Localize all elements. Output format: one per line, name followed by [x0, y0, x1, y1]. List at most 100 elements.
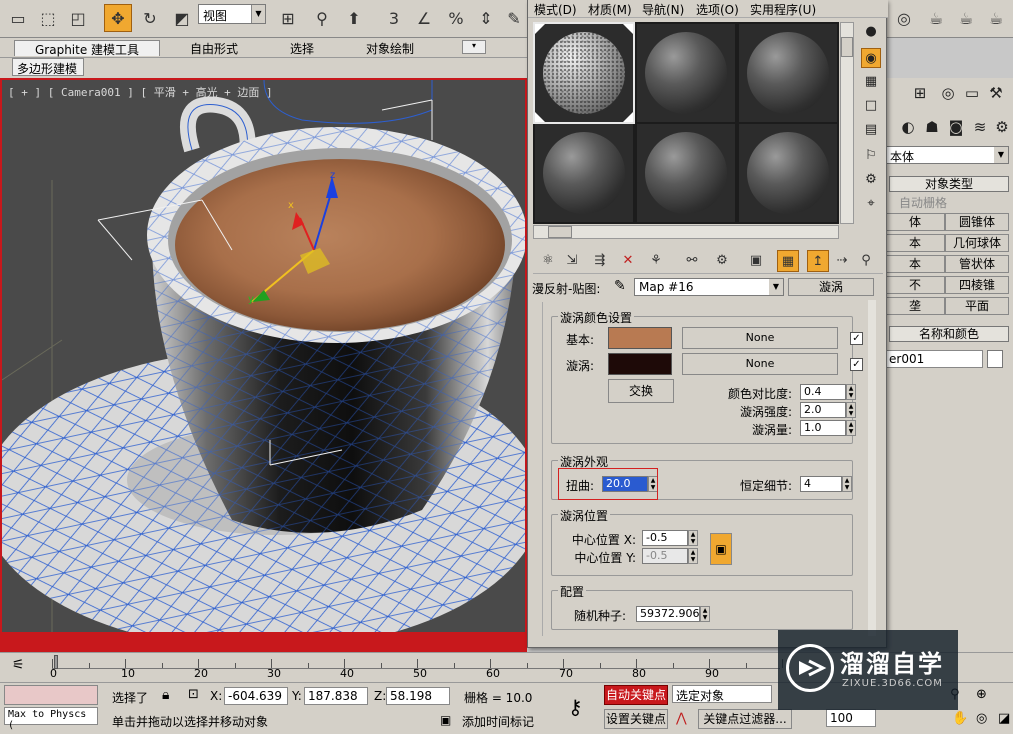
- key-filters-button[interactable]: 关键点过滤器...: [698, 709, 792, 729]
- amount-spinner[interactable]: 1.0: [800, 420, 846, 436]
- primitive-category-select[interactable]: 本体 ▼: [885, 146, 1009, 164]
- object-type-rollout[interactable]: 对象类型: [889, 176, 1009, 192]
- ribbon-options-button[interactable]: ▾: [462, 40, 486, 54]
- spinner-arrows-icon[interactable]: ▲ ▼: [688, 530, 698, 546]
- render-setup-icon[interactable]: ☕: [922, 4, 950, 32]
- center-x-spinner[interactable]: -0.5: [642, 530, 688, 546]
- spinner-arrows-icon[interactable]: ▲ ▼: [846, 420, 856, 436]
- auto-key-button[interactable]: 自动关键点: [604, 685, 668, 705]
- put-to-scene-icon[interactable]: ⇲: [561, 250, 583, 272]
- swirl-color-swatch[interactable]: [608, 353, 672, 375]
- object-color-swatch[interactable]: [987, 350, 1003, 368]
- keyboard-shortcut-icon[interactable]: ⬆: [340, 4, 368, 32]
- scale-icon[interactable]: ◩: [168, 4, 196, 32]
- pivot-icon[interactable]: ⊞: [274, 4, 302, 32]
- reset-map-icon[interactable]: ✕: [617, 250, 639, 272]
- zoom-all-icon[interactable]: ⊕: [976, 687, 987, 702]
- assign-material-icon[interactable]: ⇶: [589, 250, 611, 272]
- cameras-icon[interactable]: ◙: [945, 116, 967, 138]
- lock-icon[interactable]: ▣: [710, 533, 732, 565]
- absolute-mode-icon[interactable]: ⊡: [188, 687, 199, 702]
- maximize-viewport-icon[interactable]: ◪: [998, 711, 1010, 726]
- swap-button[interactable]: 交换: [608, 379, 674, 403]
- swirl-map-checkbox[interactable]: ✓: [850, 358, 863, 371]
- tab-polygon-modeling[interactable]: 多边形建模: [12, 58, 84, 76]
- sample-type-icon[interactable]: ●: [861, 22, 881, 42]
- region-select-icon[interactable]: ⬚: [34, 4, 62, 32]
- object-button[interactable]: 平面: [945, 297, 1009, 315]
- object-button[interactable]: 本: [885, 234, 945, 252]
- detail-spinner[interactable]: 4: [800, 476, 842, 492]
- tab-selection[interactable]: 选择: [290, 40, 314, 56]
- intensity-spinner[interactable]: 2.0: [800, 402, 846, 418]
- lock-selection-icon[interactable]: 🔒︎: [162, 687, 169, 703]
- shapes-icon[interactable]: ◐: [897, 116, 919, 138]
- contrast-spinner[interactable]: 0.4: [800, 384, 846, 400]
- base-map-checkbox[interactable]: ✓: [850, 332, 863, 345]
- maxscript-listener-field[interactable]: Max to Physcs (: [4, 707, 98, 731]
- uv-tiling-icon[interactable]: □: [861, 96, 881, 116]
- display-icon[interactable]: ▭: [961, 82, 983, 104]
- go-forward-sibling-icon[interactable]: ⇢: [831, 250, 853, 272]
- background-icon[interactable]: ▦: [861, 72, 881, 92]
- sample-slot-1[interactable]: [533, 22, 635, 124]
- add-time-tag[interactable]: 添加时间标记: [462, 713, 534, 730]
- object-button[interactable]: 圆锥体: [945, 213, 1009, 231]
- parameters-scrollbar[interactable]: [868, 300, 876, 636]
- navigation-icon[interactable]: ⚲: [855, 250, 877, 272]
- video-color-check-icon[interactable]: ▤: [861, 120, 881, 140]
- name-color-rollout[interactable]: 名称和颜色: [889, 326, 1009, 342]
- center-y-spinner[interactable]: -0.5: [642, 548, 688, 564]
- percent-snap-icon[interactable]: %: [442, 4, 470, 32]
- go-to-parent-icon[interactable]: ↥: [807, 250, 829, 272]
- viewport-label[interactable]: [ + ] [ Camera001 ] [ 平滑 + 高光 + 边面 ]: [8, 84, 273, 100]
- show-shaded-icon[interactable]: ▣: [745, 250, 767, 272]
- sample-slot-2[interactable]: [637, 24, 735, 122]
- time-tag-icon[interactable]: ▣: [440, 713, 451, 727]
- curve-editor-icon[interactable]: ⚟: [12, 657, 25, 673]
- spinner-snap-icon[interactable]: ⇕: [472, 4, 500, 32]
- key-icon[interactable]: ⚷: [568, 695, 583, 719]
- angle-snap-icon[interactable]: ∠: [410, 4, 438, 32]
- auto-grid-checkbox[interactable]: 自动栅格: [899, 194, 947, 211]
- select-rect-icon[interactable]: ▭: [4, 4, 32, 32]
- spinner-arrows-icon[interactable]: ▲ ▼: [846, 402, 856, 418]
- key-mode-icon[interactable]: ⋀: [676, 711, 687, 726]
- spinner-arrows-icon[interactable]: ▲ ▼: [846, 384, 856, 400]
- y-coord-field[interactable]: 187.838: [304, 687, 368, 705]
- spinner-arrows-icon[interactable]: ▲ ▼: [688, 548, 698, 564]
- put-to-library-icon[interactable]: ⚯: [681, 250, 703, 272]
- reference-coord-select[interactable]: 视图 ▼: [198, 4, 266, 24]
- material-editor-icon[interactable]: ◎: [890, 4, 918, 32]
- slots-horizontal-scrollbar[interactable]: [533, 225, 839, 239]
- window-crossing-icon[interactable]: ◰: [64, 4, 92, 32]
- options-icon[interactable]: ⚙: [861, 170, 881, 190]
- selection-set-select[interactable]: 选定对象: [672, 685, 772, 703]
- x-coord-field[interactable]: -604.639: [224, 687, 288, 705]
- select-manipulate-icon[interactable]: ⚲: [308, 4, 336, 32]
- rotate-icon[interactable]: ↻: [136, 4, 164, 32]
- mini-listener-pink[interactable]: [4, 685, 98, 705]
- object-name-field[interactable]: er001: [885, 350, 983, 368]
- hierarchy-icon[interactable]: ⊞: [909, 82, 931, 104]
- set-key-button[interactable]: 设置关键点: [604, 709, 668, 729]
- menu-options[interactable]: 选项(O): [696, 1, 739, 18]
- make-unique-icon[interactable]: ⚘: [645, 250, 667, 272]
- slots-vertical-scrollbar[interactable]: [840, 22, 854, 224]
- current-frame-field[interactable]: 100: [826, 709, 876, 727]
- spacewarps-icon[interactable]: ≋: [969, 116, 991, 138]
- seed-spinner[interactable]: 59372.906: [636, 606, 700, 622]
- spinner-arrows-icon[interactable]: ▲ ▼: [700, 606, 710, 622]
- motion-icon[interactable]: ◎: [937, 82, 959, 104]
- base-color-swatch[interactable]: [608, 327, 672, 349]
- menu-utilities[interactable]: 实用程序(U): [750, 1, 816, 18]
- get-material-icon[interactable]: ⚛: [537, 250, 559, 272]
- object-button[interactable]: 管状体: [945, 255, 1009, 273]
- scrollbar-thumb[interactable]: [548, 226, 572, 238]
- object-button[interactable]: 几何球体: [945, 234, 1009, 252]
- make-preview-icon[interactable]: ⚐: [861, 146, 881, 166]
- render-production-icon[interactable]: ☕: [982, 4, 1010, 32]
- object-button[interactable]: 垄: [885, 297, 945, 315]
- lights-icon[interactable]: ☗: [921, 116, 943, 138]
- utilities-icon[interactable]: ⚒: [985, 82, 1007, 104]
